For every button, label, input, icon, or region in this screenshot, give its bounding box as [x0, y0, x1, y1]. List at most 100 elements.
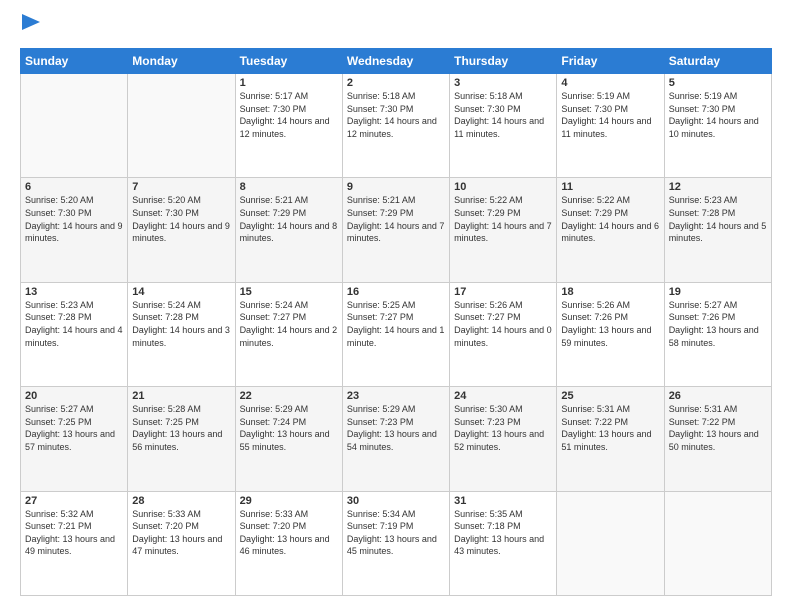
day-number: 28: [132, 495, 230, 507]
weekday-header-row: SundayMondayTuesdayWednesdayThursdayFrid…: [21, 49, 772, 74]
header: [20, 16, 772, 38]
week-row-2: 6Sunrise: 5:20 AM Sunset: 7:30 PM Daylig…: [21, 178, 772, 282]
day-number: 23: [347, 390, 445, 402]
day-info: Sunrise: 5:24 AM Sunset: 7:27 PM Dayligh…: [240, 299, 338, 349]
day-info: Sunrise: 5:25 AM Sunset: 7:27 PM Dayligh…: [347, 299, 445, 349]
calendar-cell: 2Sunrise: 5:18 AM Sunset: 7:30 PM Daylig…: [342, 74, 449, 178]
calendar-cell: 8Sunrise: 5:21 AM Sunset: 7:29 PM Daylig…: [235, 178, 342, 282]
calendar-cell: 22Sunrise: 5:29 AM Sunset: 7:24 PM Dayli…: [235, 387, 342, 491]
calendar-cell: 21Sunrise: 5:28 AM Sunset: 7:25 PM Dayli…: [128, 387, 235, 491]
day-info: Sunrise: 5:23 AM Sunset: 7:28 PM Dayligh…: [669, 194, 767, 244]
day-info: Sunrise: 5:22 AM Sunset: 7:29 PM Dayligh…: [561, 194, 659, 244]
day-number: 12: [669, 181, 767, 193]
day-number: 20: [25, 390, 123, 402]
day-info: Sunrise: 5:20 AM Sunset: 7:30 PM Dayligh…: [25, 194, 123, 244]
day-info: Sunrise: 5:27 AM Sunset: 7:25 PM Dayligh…: [25, 403, 123, 453]
day-number: 27: [25, 495, 123, 507]
day-info: Sunrise: 5:21 AM Sunset: 7:29 PM Dayligh…: [347, 194, 445, 244]
calendar-cell: 24Sunrise: 5:30 AM Sunset: 7:23 PM Dayli…: [450, 387, 557, 491]
calendar-cell: 11Sunrise: 5:22 AM Sunset: 7:29 PM Dayli…: [557, 178, 664, 282]
day-info: Sunrise: 5:35 AM Sunset: 7:18 PM Dayligh…: [454, 508, 552, 558]
day-number: 2: [347, 77, 445, 89]
calendar-cell: 27Sunrise: 5:32 AM Sunset: 7:21 PM Dayli…: [21, 491, 128, 595]
weekday-sunday: Sunday: [21, 49, 128, 74]
day-info: Sunrise: 5:28 AM Sunset: 7:25 PM Dayligh…: [132, 403, 230, 453]
day-number: 24: [454, 390, 552, 402]
day-number: 25: [561, 390, 659, 402]
day-number: 18: [561, 286, 659, 298]
calendar-cell: [557, 491, 664, 595]
day-number: 29: [240, 495, 338, 507]
calendar-cell: 20Sunrise: 5:27 AM Sunset: 7:25 PM Dayli…: [21, 387, 128, 491]
calendar-cell: 5Sunrise: 5:19 AM Sunset: 7:30 PM Daylig…: [664, 74, 771, 178]
calendar-cell: 16Sunrise: 5:25 AM Sunset: 7:27 PM Dayli…: [342, 282, 449, 386]
weekday-monday: Monday: [128, 49, 235, 74]
day-info: Sunrise: 5:20 AM Sunset: 7:30 PM Dayligh…: [132, 194, 230, 244]
calendar-cell: [128, 74, 235, 178]
calendar-cell: 25Sunrise: 5:31 AM Sunset: 7:22 PM Dayli…: [557, 387, 664, 491]
day-info: Sunrise: 5:32 AM Sunset: 7:21 PM Dayligh…: [25, 508, 123, 558]
day-info: Sunrise: 5:29 AM Sunset: 7:23 PM Dayligh…: [347, 403, 445, 453]
day-number: 8: [240, 181, 338, 193]
calendar-cell: 3Sunrise: 5:18 AM Sunset: 7:30 PM Daylig…: [450, 74, 557, 178]
day-info: Sunrise: 5:27 AM Sunset: 7:26 PM Dayligh…: [669, 299, 767, 349]
logo-flag-icon: [22, 14, 40, 36]
calendar-cell: 10Sunrise: 5:22 AM Sunset: 7:29 PM Dayli…: [450, 178, 557, 282]
day-number: 6: [25, 181, 123, 193]
day-number: 9: [347, 181, 445, 193]
calendar-cell: 15Sunrise: 5:24 AM Sunset: 7:27 PM Dayli…: [235, 282, 342, 386]
calendar-table: SundayMondayTuesdayWednesdayThursdayFrid…: [20, 48, 772, 596]
day-number: 31: [454, 495, 552, 507]
weekday-thursday: Thursday: [450, 49, 557, 74]
day-info: Sunrise: 5:26 AM Sunset: 7:26 PM Dayligh…: [561, 299, 659, 349]
week-row-5: 27Sunrise: 5:32 AM Sunset: 7:21 PM Dayli…: [21, 491, 772, 595]
day-number: 15: [240, 286, 338, 298]
page: SundayMondayTuesdayWednesdayThursdayFrid…: [0, 0, 792, 612]
day-info: Sunrise: 5:26 AM Sunset: 7:27 PM Dayligh…: [454, 299, 552, 349]
day-number: 7: [132, 181, 230, 193]
calendar-cell: 13Sunrise: 5:23 AM Sunset: 7:28 PM Dayli…: [21, 282, 128, 386]
week-row-3: 13Sunrise: 5:23 AM Sunset: 7:28 PM Dayli…: [21, 282, 772, 386]
weekday-saturday: Saturday: [664, 49, 771, 74]
calendar-cell: [664, 491, 771, 595]
day-info: Sunrise: 5:21 AM Sunset: 7:29 PM Dayligh…: [240, 194, 338, 244]
day-number: 22: [240, 390, 338, 402]
day-number: 21: [132, 390, 230, 402]
calendar-cell: 17Sunrise: 5:26 AM Sunset: 7:27 PM Dayli…: [450, 282, 557, 386]
calendar-cell: 29Sunrise: 5:33 AM Sunset: 7:20 PM Dayli…: [235, 491, 342, 595]
day-number: 10: [454, 181, 552, 193]
week-row-1: 1Sunrise: 5:17 AM Sunset: 7:30 PM Daylig…: [21, 74, 772, 178]
day-number: 19: [669, 286, 767, 298]
calendar-cell: 28Sunrise: 5:33 AM Sunset: 7:20 PM Dayli…: [128, 491, 235, 595]
calendar-cell: 7Sunrise: 5:20 AM Sunset: 7:30 PM Daylig…: [128, 178, 235, 282]
calendar-cell: 4Sunrise: 5:19 AM Sunset: 7:30 PM Daylig…: [557, 74, 664, 178]
day-info: Sunrise: 5:33 AM Sunset: 7:20 PM Dayligh…: [132, 508, 230, 558]
calendar-cell: 18Sunrise: 5:26 AM Sunset: 7:26 PM Dayli…: [557, 282, 664, 386]
day-info: Sunrise: 5:31 AM Sunset: 7:22 PM Dayligh…: [561, 403, 659, 453]
day-info: Sunrise: 5:18 AM Sunset: 7:30 PM Dayligh…: [454, 90, 552, 140]
day-number: 14: [132, 286, 230, 298]
calendar-cell: 26Sunrise: 5:31 AM Sunset: 7:22 PM Dayli…: [664, 387, 771, 491]
calendar-cell: 23Sunrise: 5:29 AM Sunset: 7:23 PM Dayli…: [342, 387, 449, 491]
calendar-cell: 30Sunrise: 5:34 AM Sunset: 7:19 PM Dayli…: [342, 491, 449, 595]
day-info: Sunrise: 5:31 AM Sunset: 7:22 PM Dayligh…: [669, 403, 767, 453]
calendar-cell: 31Sunrise: 5:35 AM Sunset: 7:18 PM Dayli…: [450, 491, 557, 595]
day-number: 30: [347, 495, 445, 507]
day-number: 17: [454, 286, 552, 298]
day-number: 16: [347, 286, 445, 298]
weekday-tuesday: Tuesday: [235, 49, 342, 74]
day-info: Sunrise: 5:34 AM Sunset: 7:19 PM Dayligh…: [347, 508, 445, 558]
day-number: 1: [240, 77, 338, 89]
day-info: Sunrise: 5:24 AM Sunset: 7:28 PM Dayligh…: [132, 299, 230, 349]
day-number: 13: [25, 286, 123, 298]
day-info: Sunrise: 5:29 AM Sunset: 7:24 PM Dayligh…: [240, 403, 338, 453]
calendar-cell: 9Sunrise: 5:21 AM Sunset: 7:29 PM Daylig…: [342, 178, 449, 282]
calendar-cell: 6Sunrise: 5:20 AM Sunset: 7:30 PM Daylig…: [21, 178, 128, 282]
day-info: Sunrise: 5:30 AM Sunset: 7:23 PM Dayligh…: [454, 403, 552, 453]
day-info: Sunrise: 5:17 AM Sunset: 7:30 PM Dayligh…: [240, 90, 338, 140]
calendar-cell: 12Sunrise: 5:23 AM Sunset: 7:28 PM Dayli…: [664, 178, 771, 282]
calendar-cell: 1Sunrise: 5:17 AM Sunset: 7:30 PM Daylig…: [235, 74, 342, 178]
day-number: 26: [669, 390, 767, 402]
day-info: Sunrise: 5:18 AM Sunset: 7:30 PM Dayligh…: [347, 90, 445, 140]
day-number: 4: [561, 77, 659, 89]
